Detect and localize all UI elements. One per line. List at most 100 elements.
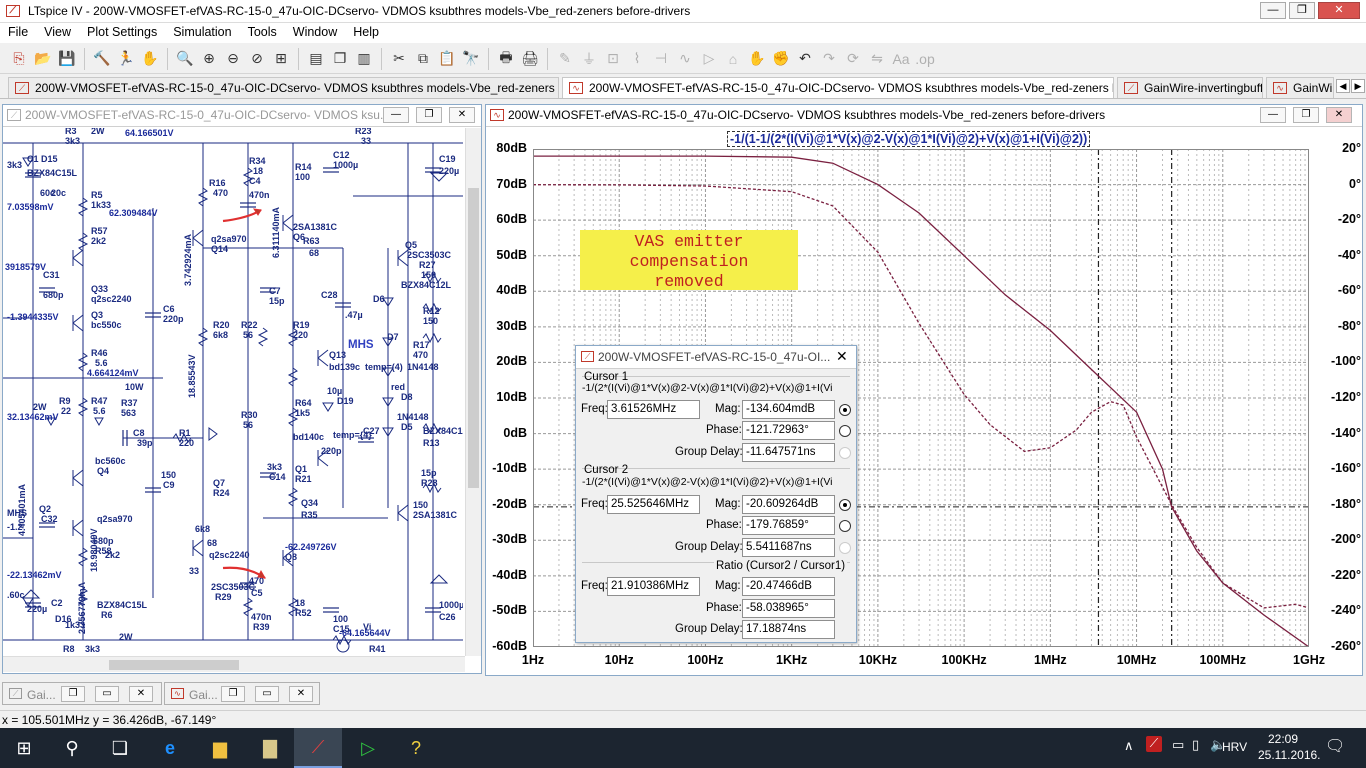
capacitor-icon[interactable]: ⊣: [650, 48, 672, 70]
copy-icon[interactable]: ⧉: [412, 48, 434, 70]
minimize-button[interactable]: —: [1260, 2, 1286, 19]
schematic-vertical-scrollbar[interactable]: [465, 128, 481, 656]
edge-browser-icon[interactable]: e: [146, 728, 194, 768]
drag-icon[interactable]: ✊: [770, 48, 792, 70]
clock-date[interactable]: 25.11.2016.: [1258, 748, 1321, 762]
schematic-scroll-thumb[interactable]: [468, 188, 479, 488]
move-icon[interactable]: ✋: [746, 48, 768, 70]
schematic-label: BZX84C12L: [401, 280, 452, 290]
minimized-2-restore-button[interactable]: ❐: [221, 686, 245, 702]
simulator-taskbar-icon[interactable]: ▷: [344, 728, 392, 768]
minimized-window-1[interactable]: ⟋ Gai... ❐ ▭ ✕: [2, 682, 162, 705]
minimized-1-maximize-button[interactable]: ▭: [95, 686, 119, 702]
print-setup-icon[interactable]: 🖶: [495, 48, 517, 70]
tray-chevron-icon[interactable]: ∧: [1124, 738, 1134, 754]
schematic-minimize-button[interactable]: —: [383, 107, 409, 123]
minimized-1-close-button[interactable]: ✕: [129, 686, 153, 702]
y-right-tick-label: -240°: [1330, 603, 1361, 618]
minimized-1-restore-button[interactable]: ❐: [61, 686, 85, 702]
cursor1-freq-field[interactable]: 3.61526MHz: [607, 400, 700, 419]
notifications-icon[interactable]: 🗨: [1325, 736, 1345, 756]
cursor1-mag-radio[interactable]: [839, 404, 851, 416]
component-icon[interactable]: ⌂: [722, 48, 744, 70]
tab-schematic[interactable]: ⟋ 200W-VMOSFET-efVAS-RC-15-0_47u-OIC-DCs…: [8, 77, 559, 98]
open-file-icon[interactable]: 📂: [32, 48, 54, 70]
save-icon[interactable]: 💾: [56, 48, 78, 70]
task-view-icon[interactable]: ❏: [96, 728, 144, 768]
close-button[interactable]: ✕: [1318, 2, 1360, 19]
maximize-button[interactable]: ❐: [1289, 2, 1315, 19]
mirror-icon[interactable]: ⇋: [866, 48, 888, 70]
inductor-icon[interactable]: ∿: [674, 48, 696, 70]
zoom-cancel-icon[interactable]: ⊘: [246, 48, 268, 70]
autorange-icon[interactable]: ⊞: [270, 48, 292, 70]
trace-expression-label[interactable]: -1/(1-1/(2*(I(Vi)@1*V(x)@2-V(x)@1*I(Vi)@…: [727, 131, 1091, 147]
tab-gainwire[interactable]: ∿ GainWire: [1266, 77, 1334, 98]
cursor-dialog-close-icon[interactable]: ✕: [836, 348, 848, 365]
minimized-window-2[interactable]: ∿ Gai... ❐ ▭ ✕: [164, 682, 320, 705]
control-panel-icon[interactable]: 🔨: [91, 48, 113, 70]
cursor1-groupdelay-radio[interactable]: [839, 447, 851, 459]
paste-icon[interactable]: 📋: [436, 48, 458, 70]
waveform-close-button[interactable]: ✕: [1326, 107, 1352, 123]
menu-file[interactable]: File: [0, 23, 36, 43]
tab-scroll-right-icon[interactable]: ▶: [1351, 79, 1365, 93]
schematic-hscroll-thumb[interactable]: [109, 660, 239, 670]
menu-window[interactable]: Window: [285, 23, 345, 43]
waveform-restore-button[interactable]: ❐: [1293, 107, 1319, 123]
diode-icon[interactable]: ▷: [698, 48, 720, 70]
menu-simulation[interactable]: Simulation: [165, 23, 239, 43]
menu-plot-settings[interactable]: Plot Settings: [79, 23, 165, 43]
cursor2-mag-radio[interactable]: [839, 499, 851, 511]
language-indicator[interactable]: HRV: [1222, 740, 1247, 754]
file-explorer-icon[interactable]: ▆: [196, 728, 244, 768]
cursor1-phase-radio[interactable]: [839, 425, 851, 437]
redo-icon[interactable]: ↷: [818, 48, 840, 70]
zoom-fit-icon[interactable]: ⊕: [198, 48, 220, 70]
menu-help[interactable]: Help: [345, 23, 387, 43]
schematic-close-button[interactable]: ✕: [449, 107, 475, 123]
schematic-horizontal-scrollbar[interactable]: [3, 656, 465, 672]
tab-waveform[interactable]: ∿ 200W-VMOSFET-efVAS-RC-15-0_47u-OIC-DCs…: [562, 77, 1114, 98]
waveform-minimize-button[interactable]: —: [1260, 107, 1286, 123]
minimized-2-maximize-button[interactable]: ▭: [255, 686, 279, 702]
ground-icon[interactable]: ⏚: [578, 48, 600, 70]
ltspice-taskbar-icon[interactable]: ⟋: [294, 728, 342, 768]
menu-tools[interactable]: Tools: [240, 23, 285, 43]
wire-icon[interactable]: ✎: [554, 48, 576, 70]
tray-app-icon[interactable]: ⟋: [1146, 736, 1162, 752]
start-button-icon[interactable]: ⊞: [0, 728, 48, 768]
open-schematic-icon[interactable]: ⎘: [8, 48, 30, 70]
search-icon[interactable]: ⚲: [48, 728, 96, 768]
text-icon[interactable]: Aa: [890, 48, 912, 70]
cascade-icon[interactable]: ❐: [329, 48, 351, 70]
zoom-in-icon[interactable]: 🔍: [174, 48, 196, 70]
battery-icon[interactable]: ▯: [1192, 737, 1199, 753]
find-icon[interactable]: 🔭: [460, 48, 482, 70]
clock-time[interactable]: 22:09: [1268, 732, 1298, 746]
print-icon[interactable]: 🖨: [519, 48, 541, 70]
network-icon[interactable]: ▭: [1172, 737, 1184, 753]
tile-horizontal-icon[interactable]: ▤: [305, 48, 327, 70]
run-icon[interactable]: 🏃: [115, 48, 137, 70]
folder-icon[interactable]: ▇: [246, 728, 294, 768]
tile-vertical-icon[interactable]: ▥: [353, 48, 375, 70]
resistor-icon[interactable]: ⌇: [626, 48, 648, 70]
rotate-icon[interactable]: ⟳: [842, 48, 864, 70]
cursor2-phase-radio[interactable]: [839, 520, 851, 532]
help-taskbar-icon[interactable]: ?: [392, 728, 440, 768]
undo-icon[interactable]: ↶: [794, 48, 816, 70]
tab-gainwire-invertingbuffer[interactable]: ⟋ GainWire-invertingbuffer: [1117, 77, 1263, 98]
tab-scroll-left-icon[interactable]: ◀: [1336, 79, 1350, 93]
cursor2-groupdelay-radio[interactable]: [839, 542, 851, 554]
label-net-icon[interactable]: ⊡: [602, 48, 624, 70]
spice-directive-icon[interactable]: .op: [914, 48, 936, 70]
schematic-canvas[interactable]: R33k32W 64.166501V R2333C1 D15BZX84C15LR341…: [3, 128, 463, 656]
cut-icon[interactable]: ✂: [388, 48, 410, 70]
menu-view[interactable]: View: [36, 23, 79, 43]
schematic-restore-button[interactable]: ❐: [416, 107, 442, 123]
minimized-2-close-button[interactable]: ✕: [289, 686, 313, 702]
pan-icon[interactable]: ✋: [139, 48, 161, 70]
zoom-out-icon[interactable]: ⊖: [222, 48, 244, 70]
cursor2-freq-field[interactable]: 25.525646MHz: [607, 495, 700, 514]
